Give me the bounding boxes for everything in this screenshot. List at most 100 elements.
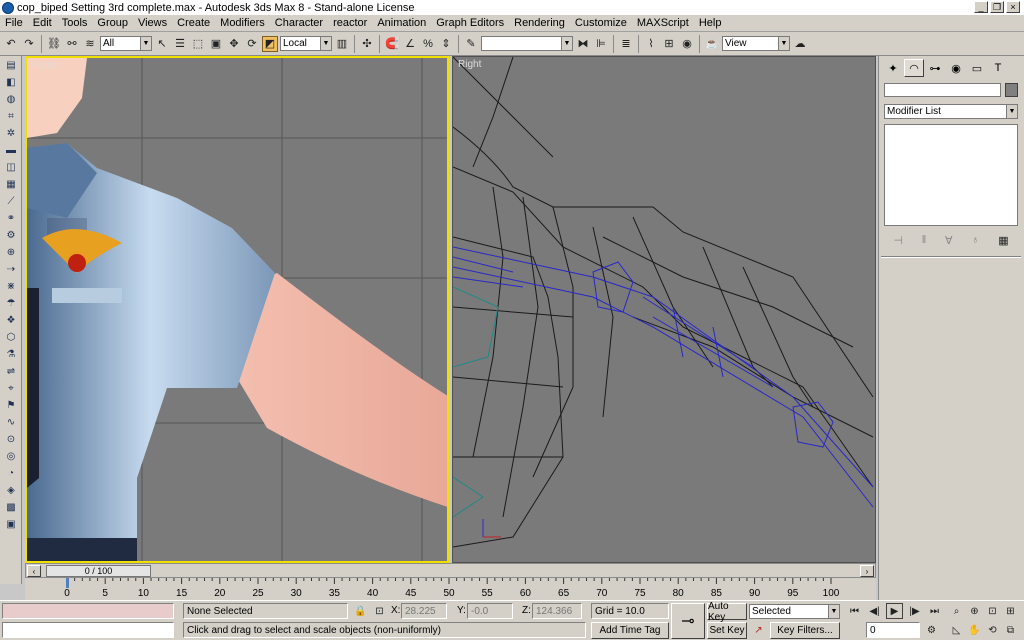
tool-icon[interactable]: ◎ xyxy=(3,449,19,464)
tool-icon[interactable]: ⚗ xyxy=(3,347,19,362)
angle-snap-icon[interactable]: ∠ xyxy=(402,36,418,52)
tool-icon[interactable]: ⬡ xyxy=(3,330,19,345)
modifier-list-dropdown[interactable]: Modifier List ▼ xyxy=(884,104,1018,119)
key-mode-dropdown[interactable]: Selected ▼ xyxy=(749,604,840,619)
tool-icon[interactable]: ▬ xyxy=(3,143,19,158)
x-coordinate-field[interactable]: 28.225 xyxy=(401,603,447,619)
menu-tools[interactable]: Tools xyxy=(57,17,93,29)
hierarchy-tab-icon[interactable]: ⊶ xyxy=(925,59,945,77)
schematic-view-icon[interactable]: ⊞ xyxy=(661,36,677,52)
time-slider-thumb[interactable]: 0 / 100 xyxy=(46,565,151,577)
go-to-end-icon[interactable]: ⏭ xyxy=(926,603,943,619)
viewport-right[interactable]: Right xyxy=(452,56,876,563)
tool-icon[interactable]: ⇌ xyxy=(3,364,19,379)
percent-snap-icon[interactable]: % xyxy=(420,36,436,52)
render-type-dropdown[interactable]: View ▼ xyxy=(722,36,790,51)
time-config-icon[interactable]: ⚙ xyxy=(923,622,940,638)
object-name-field[interactable] xyxy=(884,83,1001,97)
tool-icon[interactable]: ⌖ xyxy=(3,381,19,396)
edit-named-selections-icon[interactable]: ✎ xyxy=(463,36,479,52)
key-tangent-icon[interactable]: ↗ xyxy=(750,622,767,638)
minimize-button[interactable]: _ xyxy=(974,1,988,13)
restore-button[interactable]: ❐ xyxy=(990,1,1004,13)
maximize-viewport-icon[interactable]: ⧉ xyxy=(1002,622,1019,638)
field-of-view-icon[interactable]: ◺ xyxy=(948,622,965,638)
play-icon[interactable]: ▶ xyxy=(886,603,903,619)
unlink-icon[interactable]: ⚯ xyxy=(64,36,80,52)
menu-reactor[interactable]: reactor xyxy=(328,17,372,29)
pin-stack-icon[interactable]: ⊣ xyxy=(893,234,903,247)
curve-editor-icon[interactable]: ⌇ xyxy=(643,36,659,52)
menu-character[interactable]: Character xyxy=(270,17,328,29)
menu-group[interactable]: Group xyxy=(92,17,133,29)
layer-manager-icon[interactable]: ≣ xyxy=(618,36,634,52)
tool-icon[interactable]: ◧ xyxy=(3,75,19,90)
key-filters-button[interactable]: Key Filters... xyxy=(770,622,840,639)
manipulate-icon[interactable]: ✣ xyxy=(359,36,375,52)
scale-icon[interactable]: ◩ xyxy=(262,35,278,52)
menu-help[interactable]: Help xyxy=(694,17,727,29)
tool-icon[interactable]: ⊙ xyxy=(3,432,19,447)
zoom-extents-icon[interactable]: ⊡ xyxy=(984,603,1001,619)
tool-icon[interactable]: ✲ xyxy=(3,126,19,141)
selection-lock-icon[interactable]: 🔒 xyxy=(352,603,369,619)
menu-graph-editors[interactable]: Graph Editors xyxy=(431,17,509,29)
tool-icon[interactable]: ∿ xyxy=(3,415,19,430)
tool-icon[interactable]: ▦ xyxy=(3,177,19,192)
maxscript-input[interactable] xyxy=(2,622,174,638)
tool-icon[interactable]: ◫ xyxy=(3,160,19,175)
zoom-all-icon[interactable]: ⊕ xyxy=(966,603,983,619)
tool-icon[interactable]: ⚑ xyxy=(3,398,19,413)
tool-icon[interactable]: ⇢ xyxy=(3,262,19,277)
mirror-icon[interactable]: ⧓ xyxy=(575,36,591,52)
zoom-extents-all-icon[interactable]: ⊞ xyxy=(1002,603,1019,619)
make-unique-icon[interactable]: ∀ xyxy=(945,234,953,247)
tool-icon[interactable]: ◍ xyxy=(3,92,19,107)
spinner-snap-icon[interactable]: ⇕ xyxy=(438,36,454,52)
viewport-label[interactable]: Persp xyxy=(32,60,58,71)
pan-icon[interactable]: ✋ xyxy=(966,622,983,638)
auto-key-button[interactable]: Auto Key xyxy=(707,601,747,623)
create-tab-icon[interactable]: ✦ xyxy=(883,59,903,77)
tool-icon[interactable]: ▤ xyxy=(3,58,19,73)
selection-filter-dropdown[interactable]: All ▼ xyxy=(100,36,152,51)
show-end-result-icon[interactable]: ‖ xyxy=(922,234,927,246)
select-and-link-icon[interactable]: ⛓ xyxy=(46,36,62,52)
utilities-tab-icon[interactable]: T xyxy=(988,59,1008,77)
arc-rotate-icon[interactable]: ⟲ xyxy=(984,622,1001,638)
align-icon[interactable]: ⊫ xyxy=(593,36,609,52)
tool-icon[interactable]: ⋇ xyxy=(3,279,19,294)
key-icon[interactable]: ⊸ xyxy=(671,603,705,639)
next-frame-arrow-icon[interactable]: › xyxy=(860,565,874,577)
tool-icon[interactable]: ☂ xyxy=(3,296,19,311)
tool-icon[interactable]: ❖ xyxy=(3,313,19,328)
motion-tab-icon[interactable]: ◉ xyxy=(946,59,966,77)
tool-icon[interactable]: ⟋ xyxy=(3,194,19,209)
time-slider[interactable]: ‹ 0 / 100 › xyxy=(25,563,876,578)
undo-icon[interactable]: ↶ xyxy=(3,36,19,52)
remove-modifier-icon[interactable]: ♁ xyxy=(971,234,979,246)
select-by-name-icon[interactable]: ☰ xyxy=(172,36,188,52)
tool-icon[interactable]: ⚭ xyxy=(3,211,19,226)
move-icon[interactable]: ✥ xyxy=(226,36,242,52)
close-button[interactable]: × xyxy=(1006,1,1020,13)
menu-customize[interactable]: Customize xyxy=(570,17,632,29)
configure-sets-icon[interactable]: ▦ xyxy=(998,234,1008,247)
previous-frame-icon[interactable]: ◀| xyxy=(866,603,883,619)
app-icon[interactable] xyxy=(2,1,14,14)
window-crossing-icon[interactable]: ▣ xyxy=(208,36,224,52)
tool-icon[interactable]: ⌗ xyxy=(3,109,19,124)
quick-render-icon[interactable]: ☁ xyxy=(792,36,808,52)
named-selection-dropdown[interactable]: ▼ xyxy=(481,36,573,51)
track-bar[interactable]: 0 5 10 15 20 25 30 35 40 45 50 55 60 65 70 75 80 85 90 95 10… xyxy=(25,578,876,600)
display-tab-icon[interactable]: ▭ xyxy=(967,59,987,77)
rotate-icon[interactable]: ⟳ xyxy=(244,36,260,52)
menu-rendering[interactable]: Rendering xyxy=(509,17,570,29)
rect-selection-icon[interactable]: ⬚ xyxy=(190,36,206,52)
prev-frame-arrow-icon[interactable]: ‹ xyxy=(27,565,41,577)
next-frame-icon[interactable]: |▶ xyxy=(906,603,923,619)
tool-icon[interactable]: ◔ xyxy=(3,466,19,481)
menu-file[interactable]: File xyxy=(0,17,28,29)
select-object-icon[interactable]: ↖ xyxy=(154,36,170,52)
viewport-label[interactable]: Right xyxy=(458,59,481,70)
